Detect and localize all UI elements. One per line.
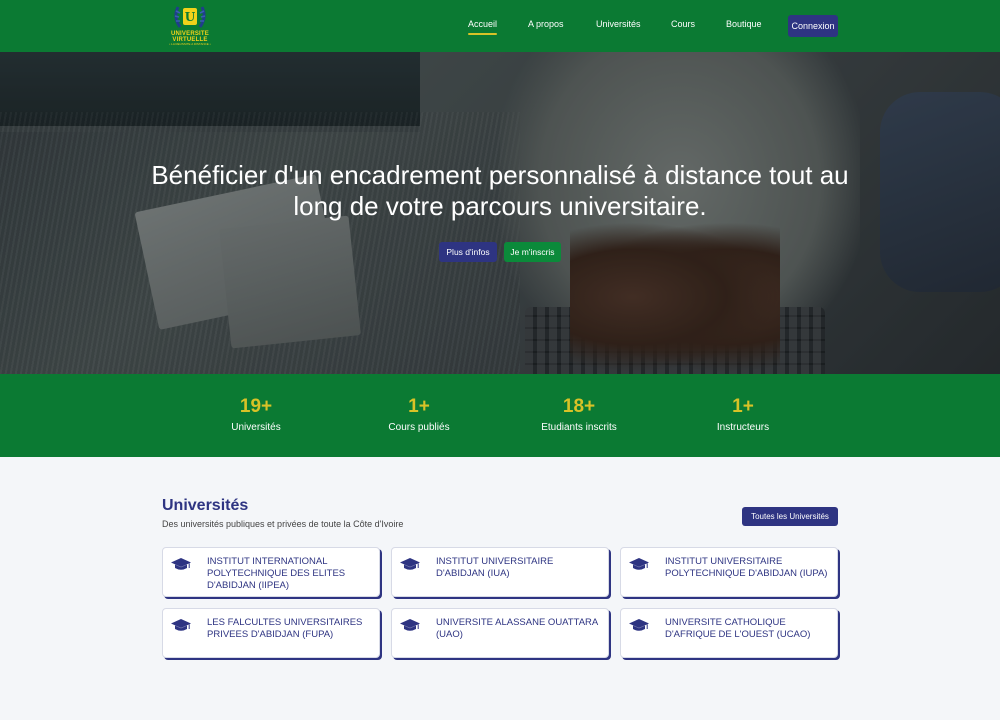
university-name: LES FALCULTES UNIVERSITAIRES PRIVEES D'A… xyxy=(207,617,363,640)
stat-label: Etudiants inscrits xyxy=(541,422,617,433)
stat-label: Universités xyxy=(231,422,281,433)
university-card[interactable]: UNIVERSITE CATHOLIQUE D'AFRIQUE DE L'OUE… xyxy=(620,608,838,658)
more-info-button[interactable]: Plus d'infos xyxy=(439,242,497,262)
university-name: INSTITUT INTERNATIONAL POLYTECHNIQUE DES… xyxy=(207,556,346,591)
nav-menu: Accueil A propos Universités Cours Bouti… xyxy=(0,0,1000,52)
nav-item-accueil[interactable]: Accueil xyxy=(468,19,498,35)
universities-title: Universités xyxy=(162,497,249,514)
graduation-cap-icon xyxy=(629,558,649,570)
navbar: U UNIVERSITE VIRTUELLE • LA REUSSITE A D… xyxy=(0,0,1000,52)
hero-title: Bénéficier d'un encadrement personnalisé… xyxy=(151,160,849,221)
stat-value: 19+ xyxy=(239,396,273,417)
stat-label: Cours publiés xyxy=(388,422,450,433)
signup-button[interactable]: Je m'inscris xyxy=(504,242,561,262)
university-card[interactable]: LES FALCULTES UNIVERSITAIRES PRIVEES D'A… xyxy=(162,608,380,658)
login-button[interactable]: Connexion xyxy=(788,15,838,37)
graduation-cap-icon xyxy=(171,619,191,631)
university-card[interactable]: INSTITUT INTERNATIONAL POLYTECHNIQUE DES… xyxy=(162,547,380,597)
graduation-cap-icon xyxy=(400,619,420,631)
nav-item-a-propos[interactable]: A propos xyxy=(528,19,564,29)
universities-subtitle: Des universités publiques et privées de … xyxy=(162,519,404,529)
university-card[interactable]: INSTITUT UNIVERSITAIRE POLYTECHNIQUE D'A… xyxy=(620,547,838,597)
university-name: UNIVERSITE CATHOLIQUE D'AFRIQUE DE L'OUE… xyxy=(665,617,811,640)
hero-banner: Bénéficier d'un encadrement personnalisé… xyxy=(0,52,1000,374)
all-universities-button[interactable]: Toutes les Universités xyxy=(742,507,838,526)
university-card[interactable]: INSTITUT UNIVERSITAIRE D'ABIDJAN (IUA) xyxy=(391,547,609,597)
graduation-cap-icon xyxy=(629,619,649,631)
university-name: INSTITUT UNIVERSITAIRE POLYTECHNIQUE D'A… xyxy=(665,556,828,579)
stat-value: 1+ xyxy=(732,396,754,417)
university-name: UNIVERSITE ALASSANE OUATTARA (UAO) xyxy=(436,617,598,640)
stat-instructeurs: 1+ Instructeurs xyxy=(663,396,823,433)
stats-bar: 19+ Universités 1+ Cours publiés 18+ Etu… xyxy=(0,374,1000,457)
stat-etudiants: 18+ Etudiants inscrits xyxy=(499,396,659,433)
nav-item-universites[interactable]: Universités xyxy=(596,19,641,29)
university-card[interactable]: UNIVERSITE ALASSANE OUATTARA (UAO) xyxy=(391,608,609,658)
university-name: INSTITUT UNIVERSITAIRE D'ABIDJAN (IUA) xyxy=(436,556,554,579)
stat-label: Instructeurs xyxy=(716,422,770,433)
stat-value: 1+ xyxy=(408,396,430,417)
stat-value: 18+ xyxy=(562,396,596,417)
nav-item-boutique[interactable]: Boutique xyxy=(726,19,762,29)
graduation-cap-icon xyxy=(400,558,420,570)
stat-universites: 19+ Universités xyxy=(176,396,336,433)
graduation-cap-icon xyxy=(171,558,191,570)
nav-item-cours[interactable]: Cours xyxy=(671,19,695,29)
stat-cours: 1+ Cours publiés xyxy=(339,396,499,433)
